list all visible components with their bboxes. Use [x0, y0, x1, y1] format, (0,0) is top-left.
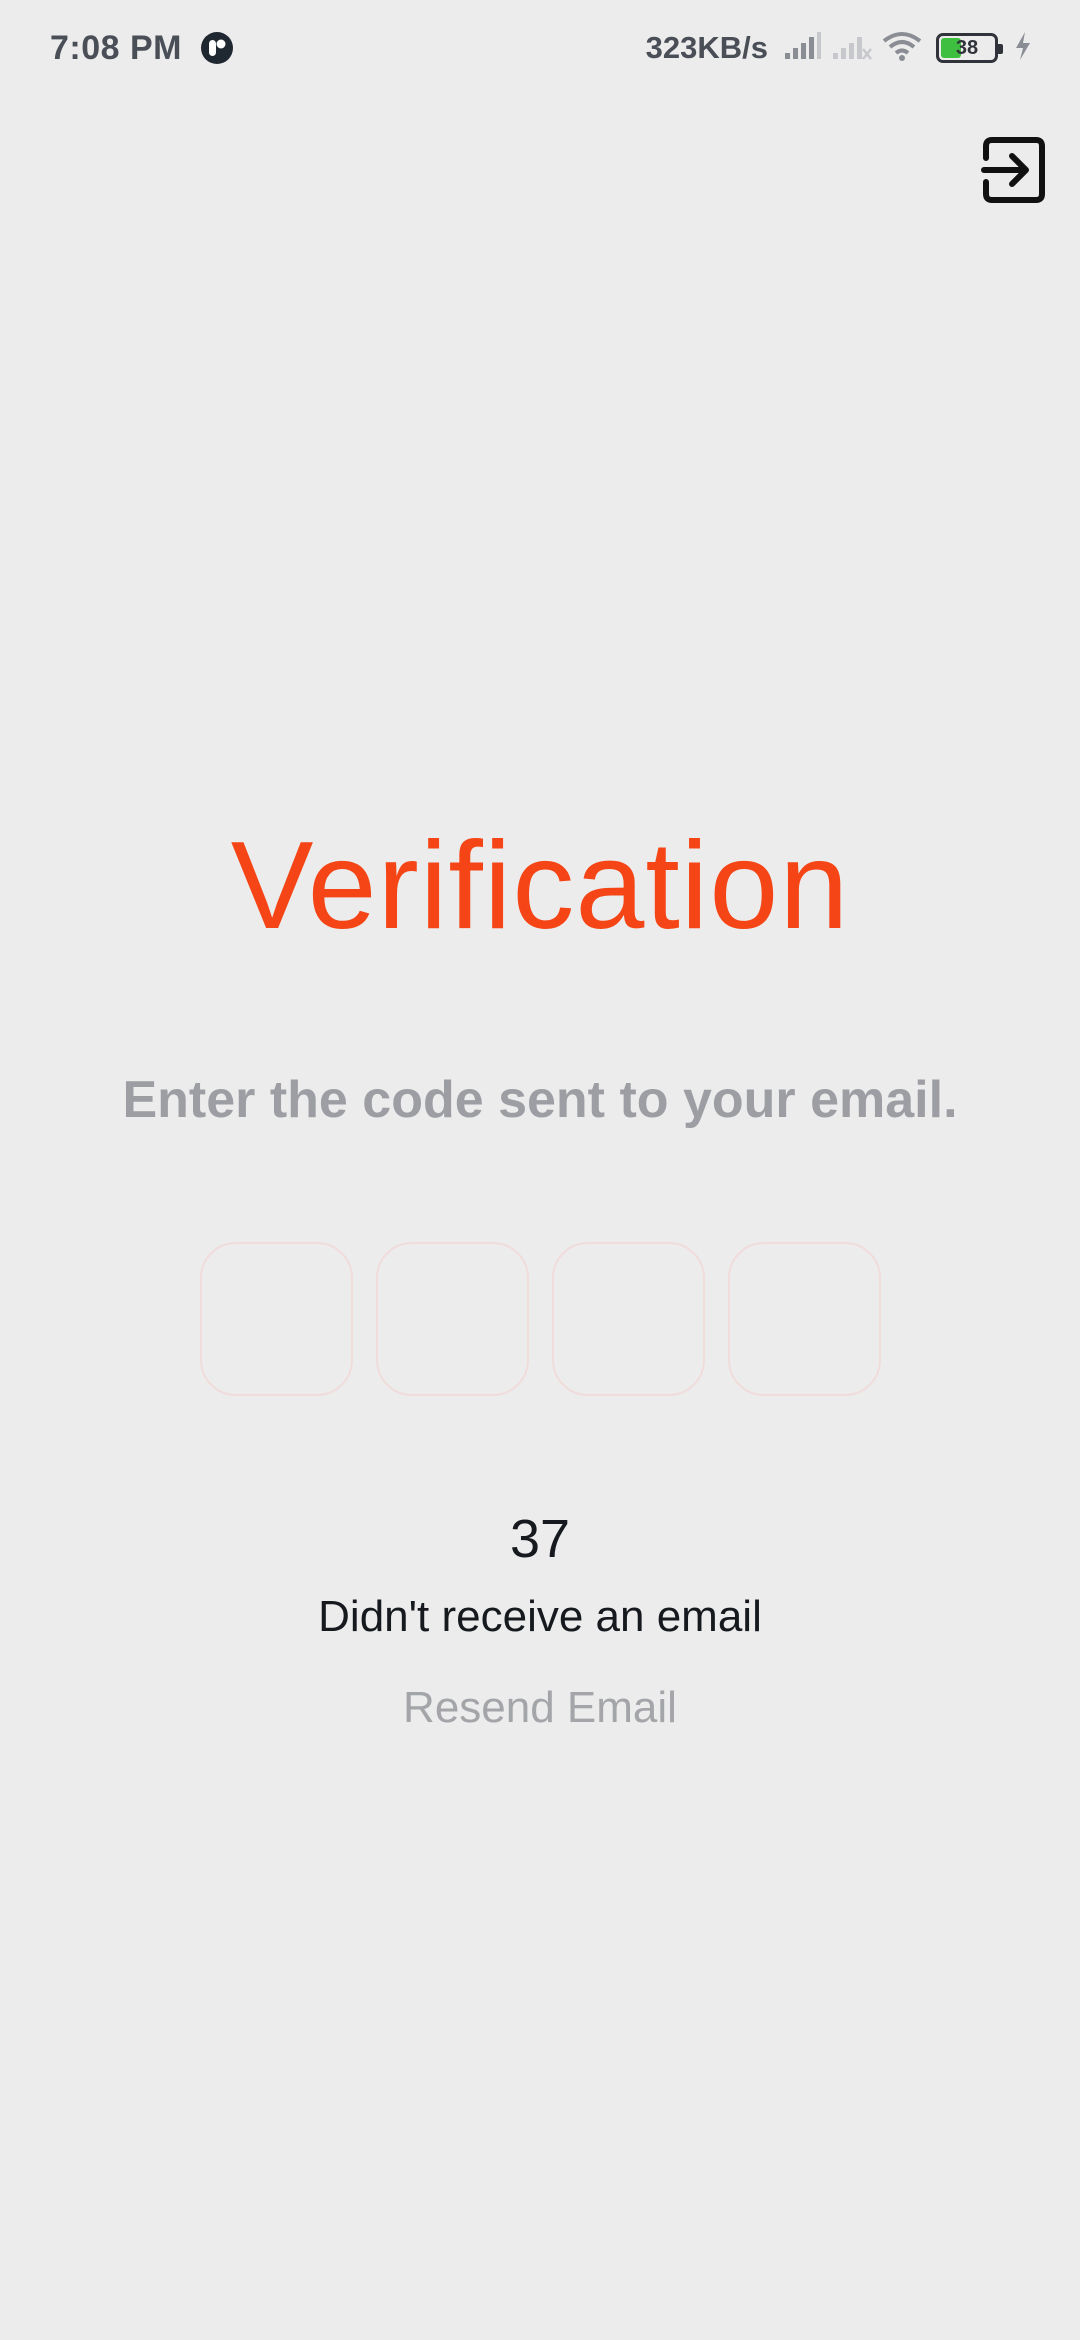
- signal-icon: [784, 31, 822, 66]
- status-bar-right: 323KB/s 38: [646, 30, 1032, 66]
- status-time: 7:08 PM: [50, 28, 182, 67]
- resend-email-button[interactable]: Resend Email: [0, 1683, 1080, 1733]
- code-digit-2-input[interactable]: [376, 1242, 529, 1396]
- code-digit-1-input[interactable]: [200, 1242, 353, 1396]
- status-bar: 7:08 PM 323KB/s 38: [0, 0, 1080, 96]
- code-digit-3-input[interactable]: [552, 1242, 705, 1396]
- app-notification-icon: [200, 31, 234, 65]
- verification-code-input: [200, 1242, 881, 1396]
- page-title: Verification: [230, 817, 850, 955]
- network-speed: 323KB/s: [645, 30, 768, 65]
- battery-tip: [998, 44, 1003, 54]
- exit-to-app-icon: [980, 136, 1048, 209]
- signal-no-sim-icon: [832, 31, 872, 66]
- resend-countdown: 37: [509, 1509, 571, 1569]
- code-digit-4-input[interactable]: [728, 1242, 881, 1396]
- battery-icon: 38: [936, 33, 1003, 63]
- no-email-text: Didn't receive an email: [318, 1592, 762, 1641]
- logout-button[interactable]: [978, 136, 1050, 208]
- charging-icon: [1014, 31, 1032, 66]
- verification-screen: 7:08 PM 323KB/s 38 Verification Enter th…: [0, 0, 1080, 2340]
- status-bar-left: 7:08 PM: [50, 29, 234, 68]
- battery-level: 38: [955, 37, 979, 59]
- wifi-icon: [882, 31, 922, 66]
- instruction-text: Enter the code sent to your email.: [122, 1071, 958, 1129]
